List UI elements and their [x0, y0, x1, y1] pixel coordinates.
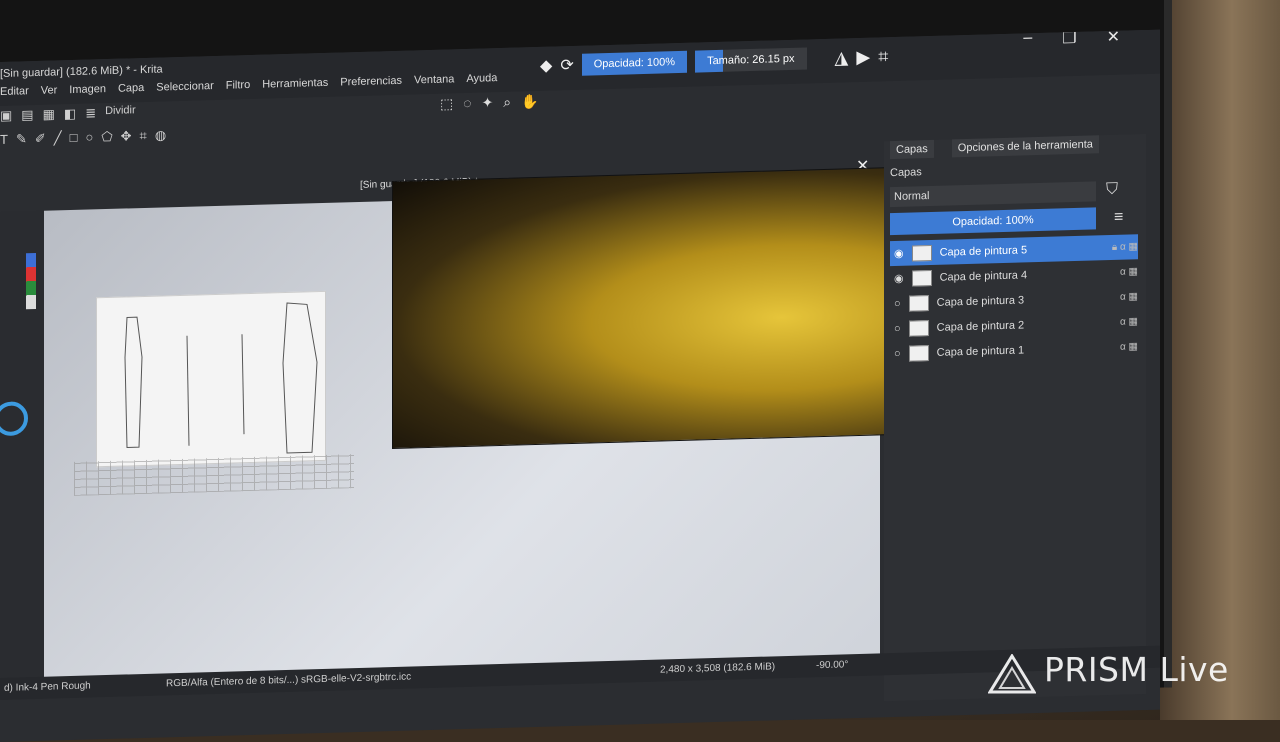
window-controls: – ❐ ✕	[1023, 30, 1120, 50]
tool-toolbar: T ✎ ✐ ╱ □ ○ ⬠ ✥ ⌗ ◍	[0, 127, 166, 148]
close-icon[interactable]: ✕	[1107, 30, 1120, 47]
lock-icon[interactable]: α ▦	[1120, 316, 1138, 328]
visibility-icon[interactable]: ○	[894, 297, 901, 309]
rotation-value: -90.00°	[816, 659, 849, 672]
layer-thumbnail	[908, 319, 929, 337]
layer-list: ◉ Capa de pintura 5 🔒︎ α ▦ ◉ Capa de pin…	[890, 234, 1138, 366]
pen-tool-icon[interactable]: ✎	[16, 131, 27, 147]
image-dimensions: 2,480 x 3,508 (182.6 MiB)	[660, 661, 776, 676]
menu-preferencias[interactable]: Preferencias	[340, 75, 402, 89]
magic-wand-icon[interactable]: ✦	[482, 94, 494, 111]
eraser-icon[interactable]: ◆	[540, 56, 552, 76]
menu-herramientas[interactable]: Herramientas	[262, 77, 328, 91]
split-label[interactable]: Dividir	[105, 104, 136, 121]
menu-capa[interactable]: Capa	[118, 82, 144, 95]
zoom-icon[interactable]: ⌕	[503, 94, 511, 111]
opacity-slider[interactable]: Opacidad: 100%	[581, 50, 688, 76]
krita-window: [Sin guardar] (182.6 MiB) * - Krita Edit…	[0, 29, 1160, 742]
window-title: [Sin guardar] (182.6 MiB) * - Krita	[0, 63, 163, 80]
brush-tool-icon[interactable]: ✐	[35, 131, 46, 147]
gradient-icon[interactable]: ◧	[64, 106, 76, 122]
tab-capas[interactable]: Capas	[890, 139, 934, 160]
crop-wrap-icon[interactable]: ⌗	[878, 46, 888, 67]
layer-opacity-slider[interactable]: Opacidad: 100%	[890, 207, 1096, 236]
select-ellipse-icon[interactable]: ◌	[463, 95, 471, 112]
layer-name: Capa de pintura 2	[936, 318, 1025, 334]
layer-name: Capa de pintura 3	[936, 293, 1025, 309]
fill-tool-icon[interactable]: ◍	[155, 127, 166, 143]
save-icon[interactable]: ▤	[21, 107, 33, 123]
perspective-grid	[74, 454, 354, 496]
menu-ayuda[interactable]: Ayuda	[466, 72, 497, 85]
color-wheel-icon[interactable]	[0, 401, 28, 437]
wall	[1160, 0, 1280, 720]
menu-ver[interactable]: Ver	[41, 84, 58, 96]
move-tool-icon[interactable]: ✥	[121, 128, 132, 144]
lock-icon[interactable]: α ▦	[1120, 266, 1138, 278]
layer-name: Capa de pintura 4	[939, 268, 1028, 284]
menu-ventana[interactable]: Ventana	[414, 73, 454, 86]
visibility-icon[interactable]: ○	[894, 347, 901, 359]
layer-thumbnail	[911, 244, 932, 262]
docker-tabs: Capas Opciones de la herramienta	[890, 135, 1099, 160]
layer-name: Capa de pintura 5	[939, 243, 1028, 259]
pattern-icon[interactable]: ▦	[43, 106, 55, 122]
brush-preset-icon[interactable]: ≣	[85, 105, 96, 121]
reset-icon[interactable]: ⟳	[560, 55, 573, 75]
visibility-icon[interactable]: ◉	[894, 272, 904, 285]
visibility-icon[interactable]: ◉	[894, 247, 904, 260]
color-swatches[interactable]	[26, 252, 36, 310]
layers-title: Capas	[890, 166, 922, 180]
polygon-tool-icon[interactable]: ⬠	[101, 129, 112, 145]
maximize-icon[interactable]: ❐	[1062, 30, 1076, 49]
layer-thumbnail	[908, 294, 929, 312]
crop-tool-icon[interactable]: ⌗	[140, 128, 147, 144]
layer-thumbnail	[908, 344, 929, 362]
tab-tool-options[interactable]: Opciones de la herramienta	[951, 135, 1099, 158]
prism-watermark: PRISM Live	[1044, 650, 1229, 689]
mirror-vertical-icon[interactable]: ▶	[856, 46, 870, 67]
left-docker	[0, 210, 44, 692]
ellipse-tool-icon[interactable]: ○	[85, 129, 93, 145]
file-toolbar: ▣ ▤ ▦ ◧ ≣ Dividir	[0, 104, 136, 124]
rect-tool-icon[interactable]: □	[70, 130, 78, 146]
sketch-artwork	[96, 290, 326, 468]
color-profile: RGB/Alfa (Entero de 8 bits/...) sRGB-ell…	[166, 671, 412, 690]
blend-mode-select[interactable]: Normal	[890, 181, 1096, 208]
lock-icon[interactable]: α ▦	[1120, 291, 1138, 303]
open-icon[interactable]: ▣	[0, 108, 12, 124]
select-rect-icon[interactable]: ⬚	[440, 95, 453, 112]
menu-filtro[interactable]: Filtro	[226, 79, 250, 92]
prism-logo-icon	[988, 654, 1036, 694]
minimize-icon[interactable]: –	[1023, 30, 1032, 50]
pan-icon[interactable]: ✋	[521, 93, 538, 110]
menu-icon[interactable]: ≡	[1114, 209, 1123, 227]
size-slider[interactable]: Tamaño: 26.15 px	[695, 47, 807, 73]
menu-editar[interactable]: Editar	[0, 85, 29, 98]
layers-docker: Capas Opciones de la herramienta Capas N…	[884, 133, 1146, 702]
mirror-horizontal-icon[interactable]: ◮	[835, 47, 849, 68]
text-tool-icon[interactable]: T	[0, 132, 8, 148]
menu-imagen[interactable]: Imagen	[69, 83, 106, 96]
layer-name: Capa de pintura 1	[936, 343, 1025, 359]
line-tool-icon[interactable]: ╱	[54, 130, 62, 146]
menu-seleccionar[interactable]: Seleccionar	[156, 80, 213, 94]
lock-icon[interactable]: α ▦	[1120, 341, 1138, 353]
visibility-icon[interactable]: ○	[894, 322, 901, 334]
lock-icon[interactable]: 🔒︎ α ▦	[1112, 241, 1138, 253]
selection-toolbar: ⬚ ◌ ✦ ⌕ ✋	[440, 93, 539, 113]
brush-name: d) Ink-4 Pen Rough	[4, 680, 91, 694]
layer-thumbnail	[911, 269, 932, 287]
filter-icon[interactable]: ⛉	[1106, 181, 1118, 199]
sketch-lines	[124, 302, 318, 454]
